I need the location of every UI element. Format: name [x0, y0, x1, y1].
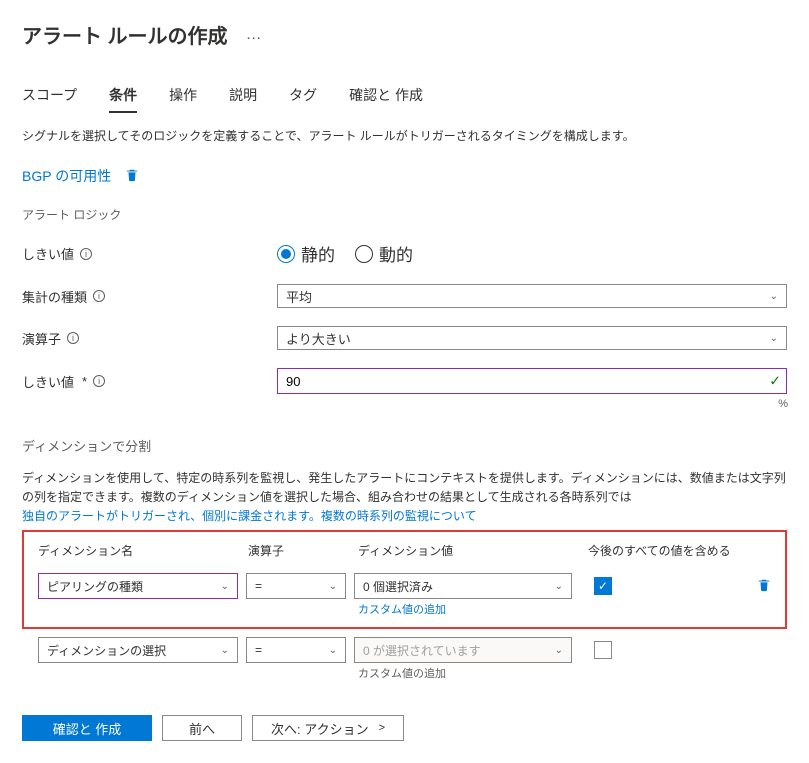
dimension-op-value: =	[255, 579, 262, 593]
dimension-box: ディメンション名 演算子 ディメンション値 今後のすべての値を含める ピアリング…	[22, 530, 787, 629]
tab-tags[interactable]: タグ	[289, 85, 317, 111]
dimension-op-value-2: =	[255, 643, 262, 657]
threshold-input[interactable]	[277, 368, 787, 394]
dimension-val-value: 0 個選択済み	[363, 578, 433, 595]
chevron-down-icon: ⌄	[770, 291, 778, 302]
delete-dimension-icon[interactable]	[757, 578, 771, 595]
radio-static-label: 静的	[301, 241, 335, 266]
chevron-down-icon: ⌄	[329, 645, 337, 656]
aggregation-select[interactable]: 平均 ⌄	[277, 284, 787, 308]
next-button[interactable]: 次へ: アクション >	[252, 715, 404, 741]
dimension-name-value: ピアリングの種類	[47, 578, 143, 595]
radio-circle-icon	[355, 245, 373, 263]
page-title: アラート ルールの作成	[22, 20, 228, 49]
tab-action[interactable]: 操作	[169, 85, 197, 111]
tab-review[interactable]: 確認と 作成	[349, 85, 423, 111]
include-future-checkbox[interactable]: ✓	[594, 577, 612, 595]
dimension-val-select-2[interactable]: 0 が選択されています ⌄	[354, 637, 572, 663]
tab-condition[interactable]: 条件	[109, 85, 137, 113]
dim-header-name: ディメンション名	[38, 542, 248, 559]
add-custom-value-link[interactable]: カスタム値の追加	[358, 601, 771, 617]
dimension-val-value-2: 0 が選択されています	[363, 642, 481, 659]
check-icon: ✓	[769, 373, 781, 390]
previous-button[interactable]: 前へ	[162, 715, 242, 741]
tabs: スコープ 条件 操作 説明 タグ 確認と 作成	[22, 85, 787, 113]
dimension-val-select[interactable]: 0 個選択済み ⌄	[354, 573, 572, 599]
chevron-down-icon: ⌄	[555, 645, 563, 656]
info-icon[interactable]: i	[93, 290, 105, 302]
alert-logic-label: アラート ロジック	[22, 206, 787, 223]
split-desc-link[interactable]: 独自のアラートがトリガーされ、個別に課金されます。複数の時系列の監視について	[22, 509, 477, 523]
next-button-label: 次へ: アクション	[271, 719, 369, 738]
operator-value: より大きい	[286, 329, 351, 348]
dimension-op-select-2[interactable]: = ⌄	[246, 637, 346, 663]
chevron-down-icon: ⌄	[221, 645, 229, 656]
add-custom-value-link-2[interactable]: カスタム値の追加	[358, 665, 787, 681]
radio-circle-icon	[277, 245, 295, 263]
info-icon[interactable]: i	[93, 375, 105, 387]
dimension-name-select[interactable]: ピアリングの種類 ⌄	[38, 573, 238, 599]
chevron-down-icon: ⌄	[329, 581, 337, 592]
signal-name-link[interactable]: BGP の可用性	[22, 166, 111, 186]
operator-select[interactable]: より大きい ⌄	[277, 326, 787, 350]
dimension-name-value-2: ディメンションの選択	[47, 642, 166, 659]
radio-dynamic-label: 動的	[379, 241, 413, 266]
chevron-down-icon: ⌄	[555, 581, 563, 592]
operator-label: 演算子	[22, 329, 61, 348]
arrow-right-icon: >	[379, 722, 385, 734]
info-icon[interactable]: i	[80, 248, 92, 260]
radio-static[interactable]: 静的	[277, 241, 335, 266]
dim-header-op: 演算子	[248, 542, 358, 559]
split-desc: ディメンションを使用して、特定の時系列を監視し、発生したアラートにコンテキストを…	[22, 469, 787, 507]
more-menu[interactable]: …	[246, 26, 263, 44]
chevron-down-icon: ⌄	[770, 333, 778, 344]
aggregation-label: 集計の種類	[22, 287, 87, 306]
chevron-down-icon: ⌄	[221, 581, 229, 592]
dim-header-val: ディメンション値	[358, 542, 588, 559]
page-description: シグナルを選択してそのロジックを定義することで、アラート ルールがトリガーされる…	[22, 127, 787, 144]
required-star: *	[82, 374, 87, 389]
split-title: ディメンションで分割	[22, 436, 787, 455]
threshold-type-radio-group: 静的 動的	[277, 241, 787, 266]
aggregation-value: 平均	[286, 287, 312, 306]
tab-details[interactable]: 説明	[229, 85, 257, 111]
percent-suffix: %	[778, 398, 788, 410]
include-future-checkbox-2[interactable]	[594, 641, 612, 659]
info-icon[interactable]: i	[67, 332, 79, 344]
threshold-type-label: しきい値	[22, 244, 74, 263]
delete-signal-icon[interactable]	[125, 168, 139, 185]
threshold-value-label: しきい値	[22, 372, 74, 391]
tab-scope[interactable]: スコープ	[22, 85, 77, 111]
review-create-button[interactable]: 確認と 作成	[22, 715, 152, 741]
dimension-name-select-2[interactable]: ディメンションの選択 ⌄	[38, 637, 238, 663]
radio-dynamic[interactable]: 動的	[355, 241, 413, 266]
dim-header-future: 今後のすべての値を含める	[588, 542, 771, 559]
dimension-op-select[interactable]: = ⌄	[246, 573, 346, 599]
